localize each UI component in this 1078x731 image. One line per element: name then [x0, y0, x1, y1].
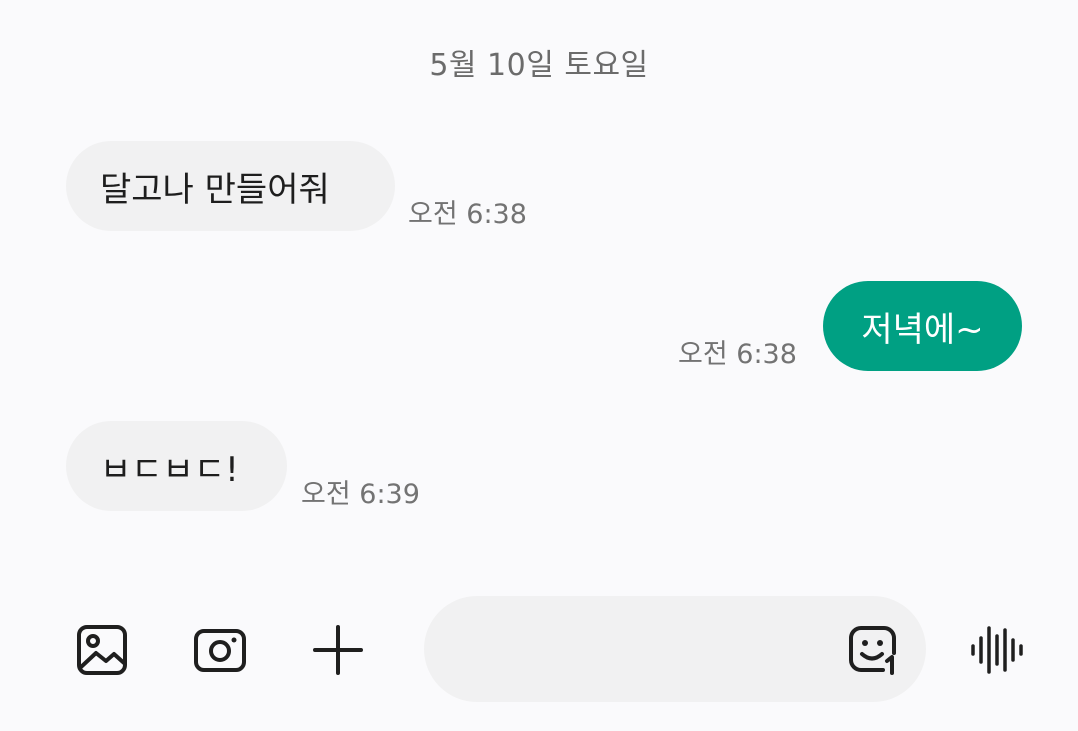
message-input-container[interactable] — [424, 596, 926, 702]
message-bubble-incoming[interactable]: 달고나 만들어줘 — [66, 141, 395, 231]
sticker-button[interactable] — [844, 620, 902, 678]
sticker-icon — [849, 626, 896, 675]
chat-screen: 5월 10일 토요일 달고나 만들어줘 오전 6:38 저녁에~ 오전 6:38… — [0, 0, 1078, 731]
message-text: 달고나 만들어줘 — [100, 169, 330, 210]
camera-button[interactable] — [190, 620, 250, 680]
camera-icon — [194, 629, 246, 672]
message-text: 저녁에~ — [861, 309, 984, 350]
plus-icon — [313, 625, 363, 675]
voice-wave-icon — [971, 626, 1023, 674]
message-timestamp: 오전 6:38 — [408, 199, 527, 230]
message-timestamp: 오전 6:38 — [678, 339, 797, 370]
gallery-button[interactable] — [72, 620, 132, 680]
message-timestamp: 오전 6:39 — [301, 479, 420, 510]
gallery-icon — [77, 625, 127, 675]
message-text: ㅂㄷㅂㄷ! — [100, 449, 239, 490]
date-divider: 5월 10일 토요일 — [429, 48, 649, 83]
message-bubble-outgoing[interactable]: 저녁에~ — [823, 281, 1022, 371]
message-input[interactable] — [458, 624, 842, 676]
message-bubble-incoming[interactable]: ㅂㄷㅂㄷ! — [66, 421, 287, 511]
voice-button[interactable] — [964, 620, 1030, 680]
plus-button[interactable] — [308, 620, 368, 680]
